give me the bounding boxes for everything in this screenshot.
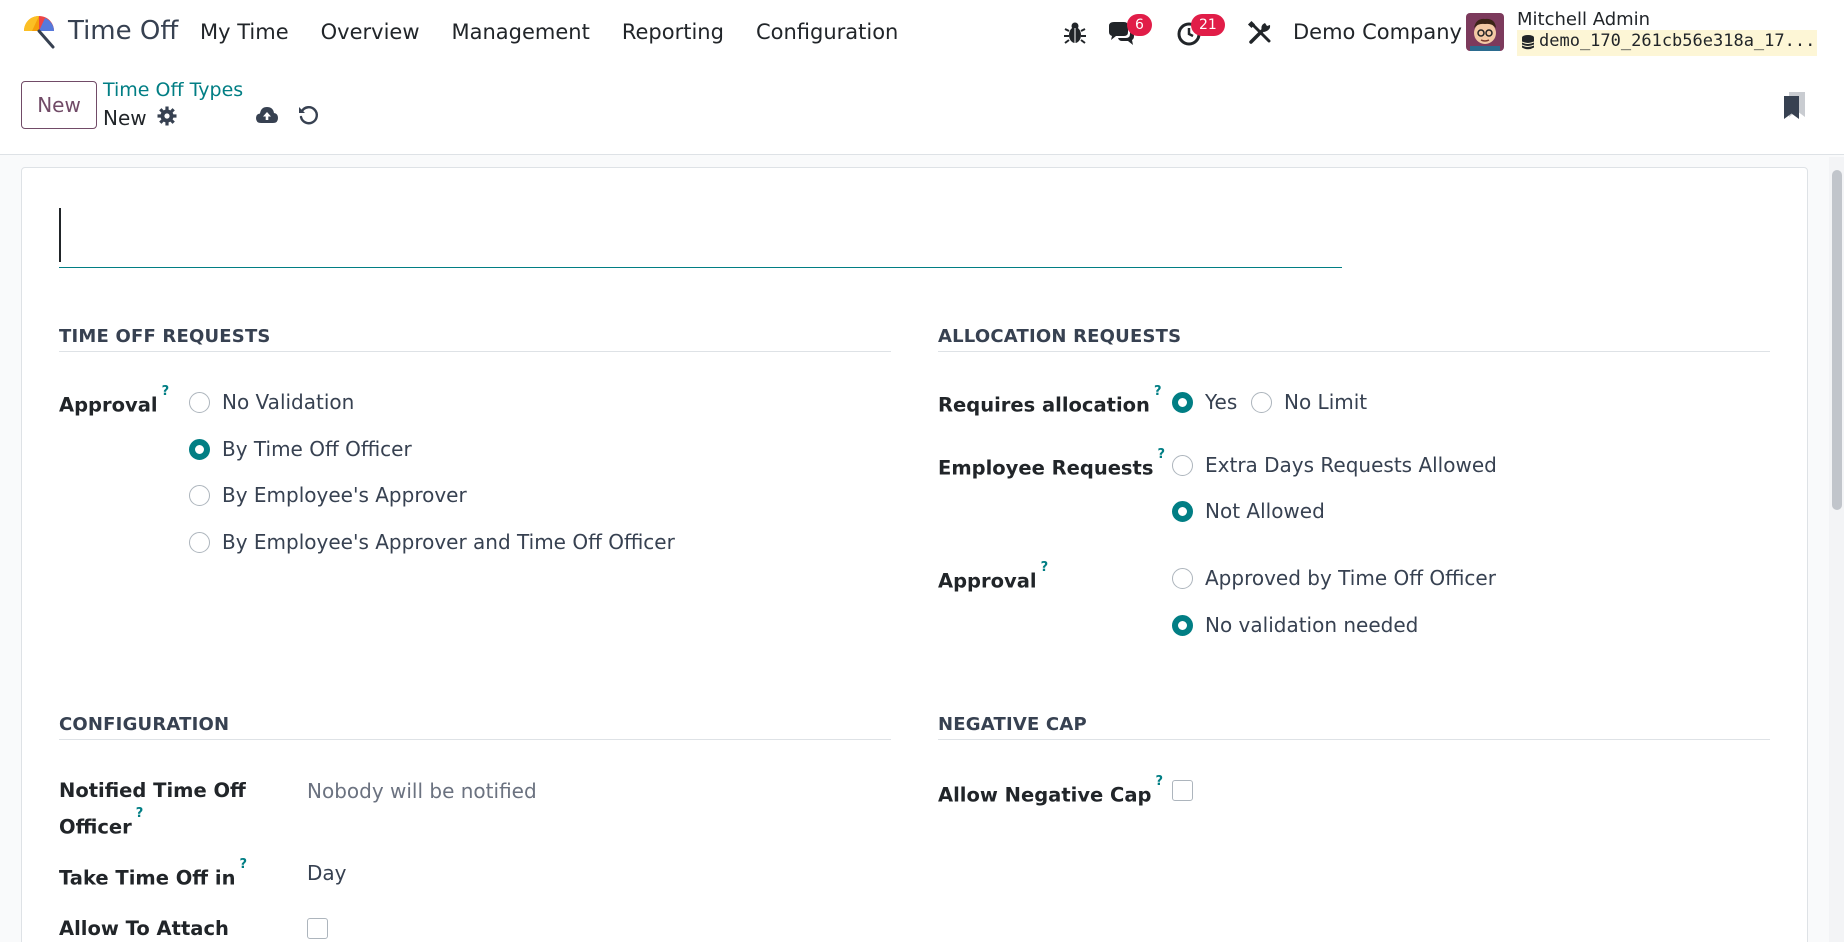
help-tooltip-icon[interactable]: ? (1154, 384, 1162, 399)
radio-by-employee-approver[interactable]: By Employee's Approver (189, 483, 467, 507)
section-divider (59, 351, 891, 352)
radio-by-time-off-officer[interactable]: By Time Off Officer (189, 437, 412, 461)
radio-no-validation-needed[interactable]: No validation needed (1172, 613, 1418, 637)
allow-to-attach-checkbox[interactable] (307, 918, 328, 939)
form-sheet: TIME OFF REQUESTS Approval? No Validatio… (21, 167, 1808, 942)
section-allocation-requests: ALLOCATION REQUESTS (938, 326, 1182, 347)
radio-no-validation[interactable]: No Validation (189, 390, 354, 414)
help-tooltip-icon[interactable]: ? (1157, 447, 1165, 462)
breadcrumb-time-off-types[interactable]: Time Off Types (103, 79, 243, 101)
radio-label: No Limit (1284, 390, 1368, 414)
employee-requests-label-text: Employee Requests (938, 456, 1154, 480)
radio-extra-days-allowed[interactable]: Extra Days Requests Allowed (1172, 453, 1497, 477)
allow-negative-cap-checkbox[interactable] (1172, 780, 1193, 801)
take-time-off-in-select[interactable]: Day (307, 861, 347, 885)
menu-configuration[interactable]: Configuration (756, 20, 898, 44)
text-cursor (59, 208, 61, 262)
time-off-type-name-input[interactable] (59, 206, 1342, 268)
radio-label: By Employee's Approver (222, 483, 467, 507)
messages-count-badge: 6 (1127, 14, 1152, 36)
help-tooltip-icon[interactable]: ? (136, 806, 144, 821)
radio-not-allowed[interactable]: Not Allowed (1172, 499, 1325, 523)
radio-label: No Validation (222, 390, 355, 414)
new-button[interactable]: New (21, 81, 97, 129)
take-time-off-in-label: Take Time Off in? (59, 857, 247, 894)
time-off-approval-label: Approval? (59, 384, 170, 421)
requires-allocation-label-text: Requires allocation (938, 393, 1150, 417)
radio-button[interactable] (1251, 391, 1272, 413)
radio-button-selected[interactable] (1172, 614, 1193, 636)
record-name: New (103, 106, 147, 130)
radio-label: Not Allowed (1205, 499, 1325, 523)
notified-officer-label-text: Officer (59, 815, 132, 839)
section-configuration: CONFIGURATION (59, 714, 230, 735)
menu-my-time[interactable]: My Time (200, 20, 289, 44)
radio-requires-no-limit[interactable]: No Limit (1251, 390, 1367, 414)
radio-button[interactable] (189, 391, 210, 413)
allocation-approval-label: Approval? (938, 560, 1049, 597)
section-divider (938, 739, 1770, 740)
scrollbar-thumb[interactable] (1832, 170, 1842, 510)
database-chip[interactable]: demo_170_261cb56e318a_17... (1517, 30, 1817, 56)
tools-icon[interactable] (1245, 18, 1275, 48)
radio-label: Extra Days Requests Allowed (1205, 453, 1497, 477)
section-divider (938, 351, 1770, 352)
notified-officer-field[interactable]: Nobody will be notified (307, 779, 537, 803)
menu-management[interactable]: Management (452, 20, 590, 44)
help-tooltip-icon[interactable]: ? (162, 384, 170, 399)
radio-label: No validation needed (1205, 613, 1419, 637)
radio-button[interactable] (189, 484, 210, 506)
radio-button-selected[interactable] (1172, 391, 1193, 413)
bookmark-icon[interactable] (1780, 90, 1808, 120)
debug-bug-icon[interactable] (1060, 18, 1090, 48)
gear-icon[interactable] (157, 106, 177, 126)
section-negative-cap: NEGATIVE CAP (938, 714, 1087, 735)
save-cloud-icon[interactable] (255, 104, 279, 126)
user-name[interactable]: Mitchell Admin (1517, 9, 1650, 30)
menu-overview[interactable]: Overview (321, 20, 420, 44)
employee-requests-label: Employee Requests? (938, 447, 1165, 484)
menu-reporting[interactable]: Reporting (622, 20, 724, 44)
user-avatar[interactable] (1466, 13, 1504, 51)
company-switcher[interactable]: Demo Company (1293, 20, 1462, 44)
radio-button[interactable] (189, 531, 210, 553)
section-time-off-requests: TIME OFF REQUESTS (59, 326, 271, 347)
top-navbar: Time Off My Time Overview Management Rep… (0, 0, 1844, 64)
notified-officer-label-line2: Officer? (59, 806, 144, 843)
allow-negative-cap-label: Allow Negative Cap? (938, 774, 1163, 811)
radio-button[interactable] (1172, 567, 1193, 589)
help-tooltip-icon[interactable]: ? (239, 857, 247, 872)
radio-label: Yes (1205, 390, 1238, 414)
radio-by-approver-and-officer[interactable]: By Employee's Approver and Time Off Offi… (189, 530, 675, 554)
time-off-approval-label-text: Approval (59, 393, 158, 417)
radio-button-selected[interactable] (189, 438, 210, 460)
database-icon (1522, 35, 1534, 50)
app-name[interactable]: Time Off (68, 16, 178, 46)
radio-label: By Employee's Approver and Time Off Offi… (222, 530, 675, 554)
radio-button-selected[interactable] (1172, 500, 1193, 522)
allow-negative-cap-label-text: Allow Negative Cap (938, 783, 1152, 807)
radio-label: Approved by Time Off Officer (1205, 566, 1496, 590)
database-name: demo_170_261cb56e318a_17... (1539, 31, 1816, 51)
radio-label: By Time Off Officer (222, 437, 412, 461)
help-tooltip-icon[interactable]: ? (1155, 774, 1163, 789)
take-time-off-in-label-text: Take Time Off in (59, 866, 236, 890)
allocation-approval-label-text: Approval (938, 569, 1037, 593)
requires-allocation-label: Requires allocation? (938, 384, 1162, 421)
control-panel: New Time Off Types New (0, 64, 1844, 155)
help-tooltip-icon[interactable]: ? (1041, 560, 1049, 575)
discard-undo-icon[interactable] (297, 104, 319, 126)
time-off-app-icon[interactable] (20, 12, 58, 50)
main-menu: My Time Overview Management Reporting Co… (200, 0, 930, 64)
radio-button[interactable] (1172, 454, 1193, 476)
allow-to-attach-label: Allow To Attach (59, 917, 229, 940)
activities-count-badge: 21 (1191, 14, 1225, 36)
radio-requires-yes[interactable]: Yes (1172, 390, 1237, 414)
notified-officer-label-line1: Notified Time Off (59, 779, 246, 802)
radio-approved-by-officer[interactable]: Approved by Time Off Officer (1172, 566, 1496, 590)
section-divider (59, 739, 891, 740)
